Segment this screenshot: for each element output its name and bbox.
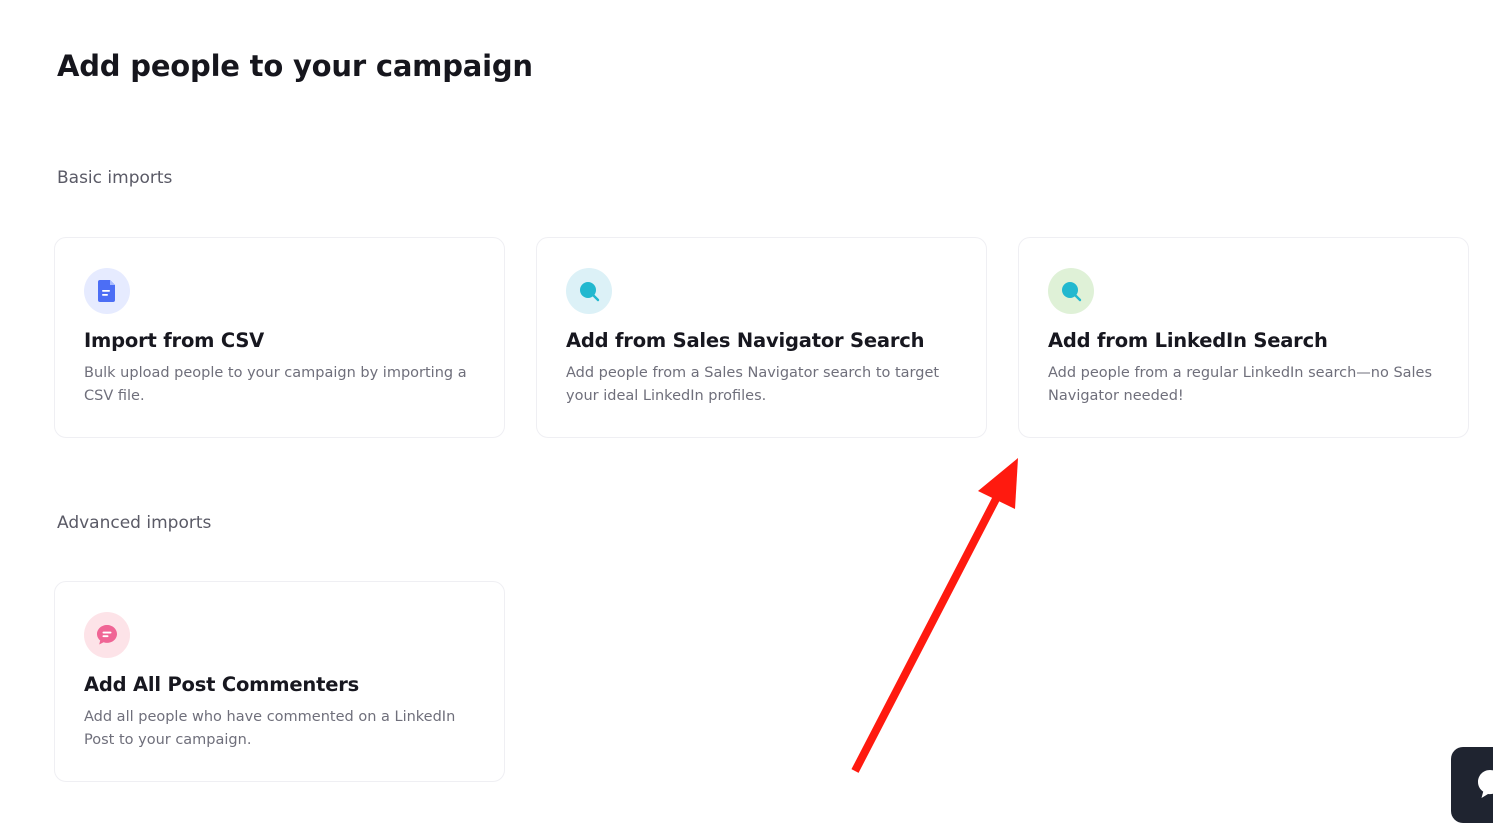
document-icon	[84, 268, 130, 314]
search-icon	[566, 268, 612, 314]
campaign-import-page: Add people to your campaign Basic import…	[0, 0, 1493, 828]
card-description: Add people from a Sales Navigator search…	[566, 365, 940, 404]
card-description: Add people from a regular LinkedIn searc…	[1048, 365, 1433, 404]
card-description: Add all people who have commented on a L…	[84, 709, 456, 748]
section-title-basic-imports: Basic imports	[57, 168, 173, 188]
sales-navigator-card[interactable]: Add from Sales Navigator Search Add peop…	[536, 237, 987, 438]
chat-widget-button[interactable]	[1451, 747, 1493, 823]
card-title: Add from LinkedIn Search	[1048, 329, 1328, 352]
chat-bubble-icon	[1475, 767, 1493, 807]
section-title-advanced-imports: Advanced imports	[57, 513, 212, 533]
import-csv-card[interactable]: Import from CSV Bulk upload people to yo…	[54, 237, 505, 438]
comment-icon	[84, 612, 130, 658]
card-title: Add All Post Commenters	[84, 673, 360, 696]
card-description: Bulk upload people to your campaign by i…	[84, 365, 467, 404]
search-icon	[1048, 268, 1094, 314]
card-title: Import from CSV	[84, 329, 265, 352]
card-title: Add from Sales Navigator Search	[566, 329, 925, 352]
post-commenters-card[interactable]: Add All Post Commenters Add all people w…	[54, 581, 505, 782]
linkedin-search-card[interactable]: Add from LinkedIn Search Add people from…	[1018, 237, 1469, 438]
page-title: Add people to your campaign	[57, 49, 533, 83]
